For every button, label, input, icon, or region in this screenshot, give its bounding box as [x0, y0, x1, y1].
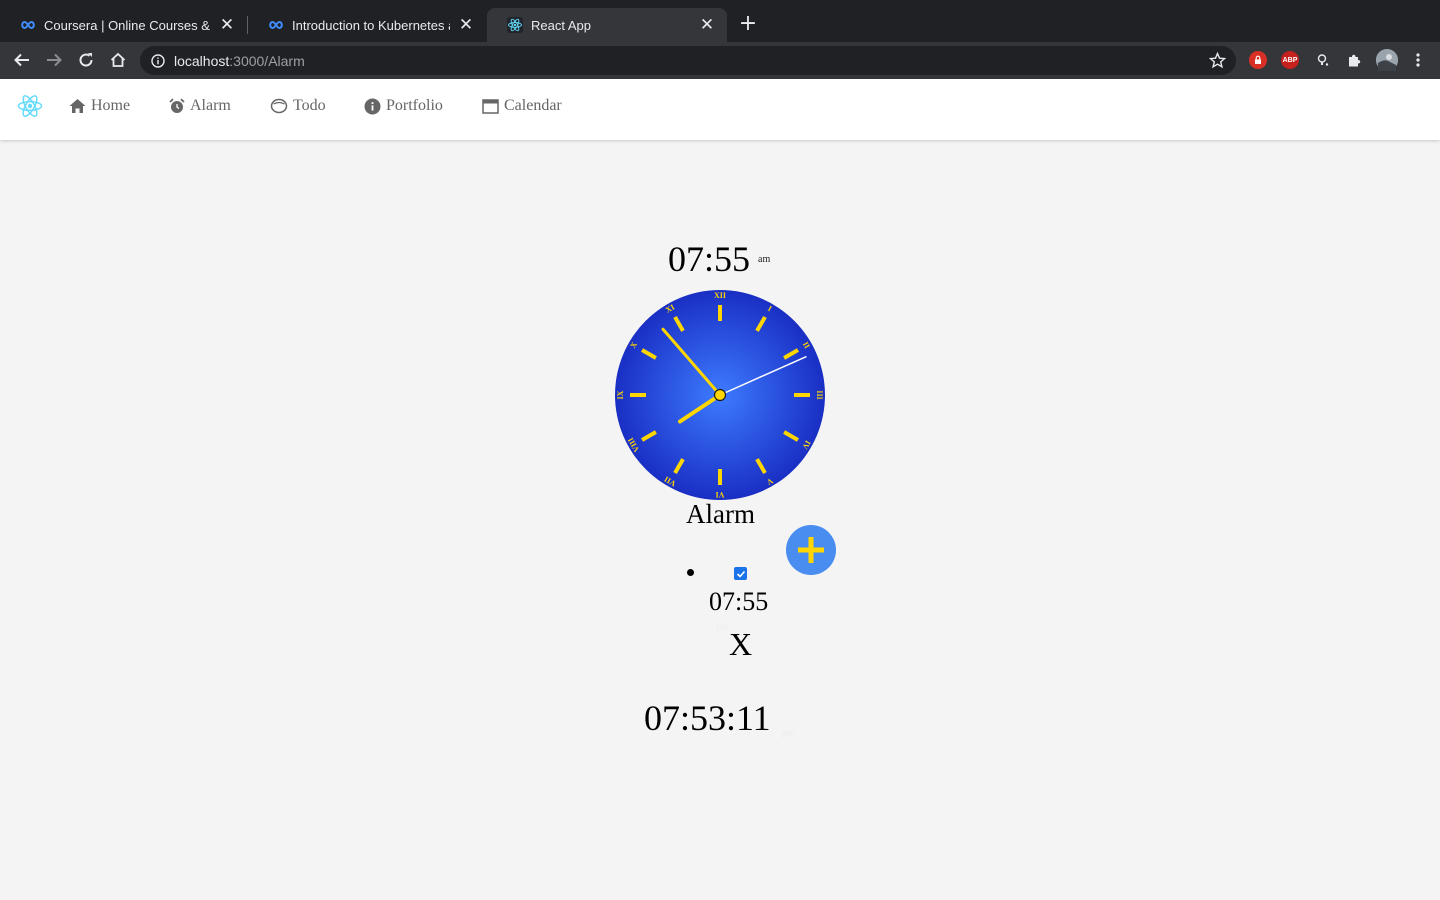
nav-calendar-label: Calendar	[504, 97, 562, 114]
nav-alarm-label: Alarm	[190, 97, 231, 114]
close-tab-icon[interactable]: ✕	[456, 15, 476, 35]
clock-numeral: IX	[616, 390, 625, 399]
lightbulb-extension-icon[interactable]	[1314, 51, 1332, 69]
nav-todo[interactable]: Todo	[270, 97, 326, 115]
nav-portfolio-label: Portfolio	[386, 97, 443, 114]
home-button[interactable]	[106, 48, 130, 72]
puzzle-icon	[1348, 54, 1360, 66]
list-bullet	[687, 569, 694, 576]
url-text: localhost:3000/Alarm	[174, 53, 305, 69]
info-icon	[364, 98, 381, 114]
app-navbar: Home Alarm Todo Portfolio Calendar	[0, 79, 1440, 140]
browser-tab-kubernetes[interactable]: Introduction to Kubernetes and Container…	[248, 8, 486, 42]
coursera-icon	[269, 20, 283, 30]
delete-alarm-button[interactable]: X	[729, 626, 752, 663]
react-logo-icon[interactable]	[17, 93, 43, 119]
nav-portfolio[interactable]: Portfolio	[364, 97, 443, 115]
nav-home[interactable]: Home	[69, 97, 130, 115]
clock-numeral: XII	[714, 291, 726, 300]
nav-home-label: Home	[91, 97, 131, 114]
current-time-display: 07:53:11	[644, 698, 771, 738]
arrow-left-icon	[14, 53, 29, 67]
kebab-menu-icon	[1416, 53, 1420, 67]
extensions-button[interactable]	[1345, 51, 1363, 69]
ampm-pm-label[interactable]: pm	[758, 240, 771, 251]
nav-todo-label: Todo	[293, 97, 326, 114]
alarm-enabled-checkbox[interactable]	[734, 567, 747, 580]
forward-button[interactable]	[42, 48, 66, 72]
home-icon	[110, 52, 126, 67]
alarm-item-time: 07:55	[709, 587, 769, 616]
lock-extension-icon[interactable]	[1249, 51, 1267, 69]
url-path: :3000/Alarm	[229, 52, 305, 69]
alarm-title: Alarm	[686, 499, 755, 529]
lightbulb-icon	[1317, 54, 1329, 66]
todo-icon	[270, 98, 288, 114]
calendar-icon	[482, 99, 499, 114]
url-host: localhost	[174, 52, 230, 69]
info-icon	[151, 53, 165, 68]
browser-toolbar: localhost:3000/Alarm ABP	[0, 42, 1440, 79]
tab-title: Introduction to Kubernetes and Container…	[292, 17, 450, 33]
reload-icon	[79, 53, 93, 67]
alarm-item-ampm: pm	[716, 621, 728, 631]
browser-tab-react-app[interactable]: React App ✕	[487, 8, 727, 42]
clock-center-pin	[713, 388, 727, 402]
home-icon	[69, 99, 86, 113]
analog-clock: XIIIIIIIIIVVVIVIIVIIIIXXXI	[615, 290, 825, 500]
alarm-clock-icon	[169, 98, 185, 113]
close-tab-icon[interactable]: ✕	[697, 15, 717, 35]
current-time-ampm: pm	[782, 728, 794, 738]
reload-button[interactable]	[74, 48, 98, 72]
react-icon	[507, 17, 523, 33]
tab-title: React App	[531, 17, 591, 33]
coursera-icon	[21, 20, 35, 30]
bookmark-star-icon[interactable]	[1209, 52, 1226, 69]
adblock-extension-icon[interactable]: ABP	[1281, 51, 1299, 69]
nav-alarm[interactable]: Alarm	[169, 97, 231, 115]
back-button[interactable]	[10, 48, 34, 72]
checkmark-icon	[736, 570, 745, 578]
plus-icon	[798, 537, 824, 563]
arrow-right-icon	[47, 53, 62, 67]
browser-tab-coursera[interactable]: Coursera | Online Courses & Credentials …	[0, 8, 247, 42]
close-tab-icon[interactable]: ✕	[217, 15, 237, 35]
profile-avatar-icon	[1376, 49, 1398, 71]
new-tab-button[interactable]: +	[736, 12, 760, 36]
avatar[interactable]	[1376, 49, 1398, 71]
browser-tab-strip: Coursera | Online Courses & Credentials …	[0, 0, 1440, 42]
nav-calendar[interactable]: Calendar	[482, 97, 562, 115]
ampm-am-label[interactable]: am	[758, 254, 770, 265]
clock-numeral: III	[815, 390, 824, 399]
tab-title: Coursera | Online Courses & Credentials …	[44, 17, 211, 33]
add-alarm-button[interactable]	[786, 525, 836, 575]
lock-icon	[1255, 55, 1261, 64]
browser-menu-button[interactable]	[1410, 51, 1426, 69]
digital-clock-time: 07:55	[668, 239, 751, 279]
clock-numeral: VI	[716, 490, 725, 499]
address-bar[interactable]: localhost:3000/Alarm	[140, 46, 1236, 75]
digital-clock: 07:55 pm am	[668, 238, 771, 280]
